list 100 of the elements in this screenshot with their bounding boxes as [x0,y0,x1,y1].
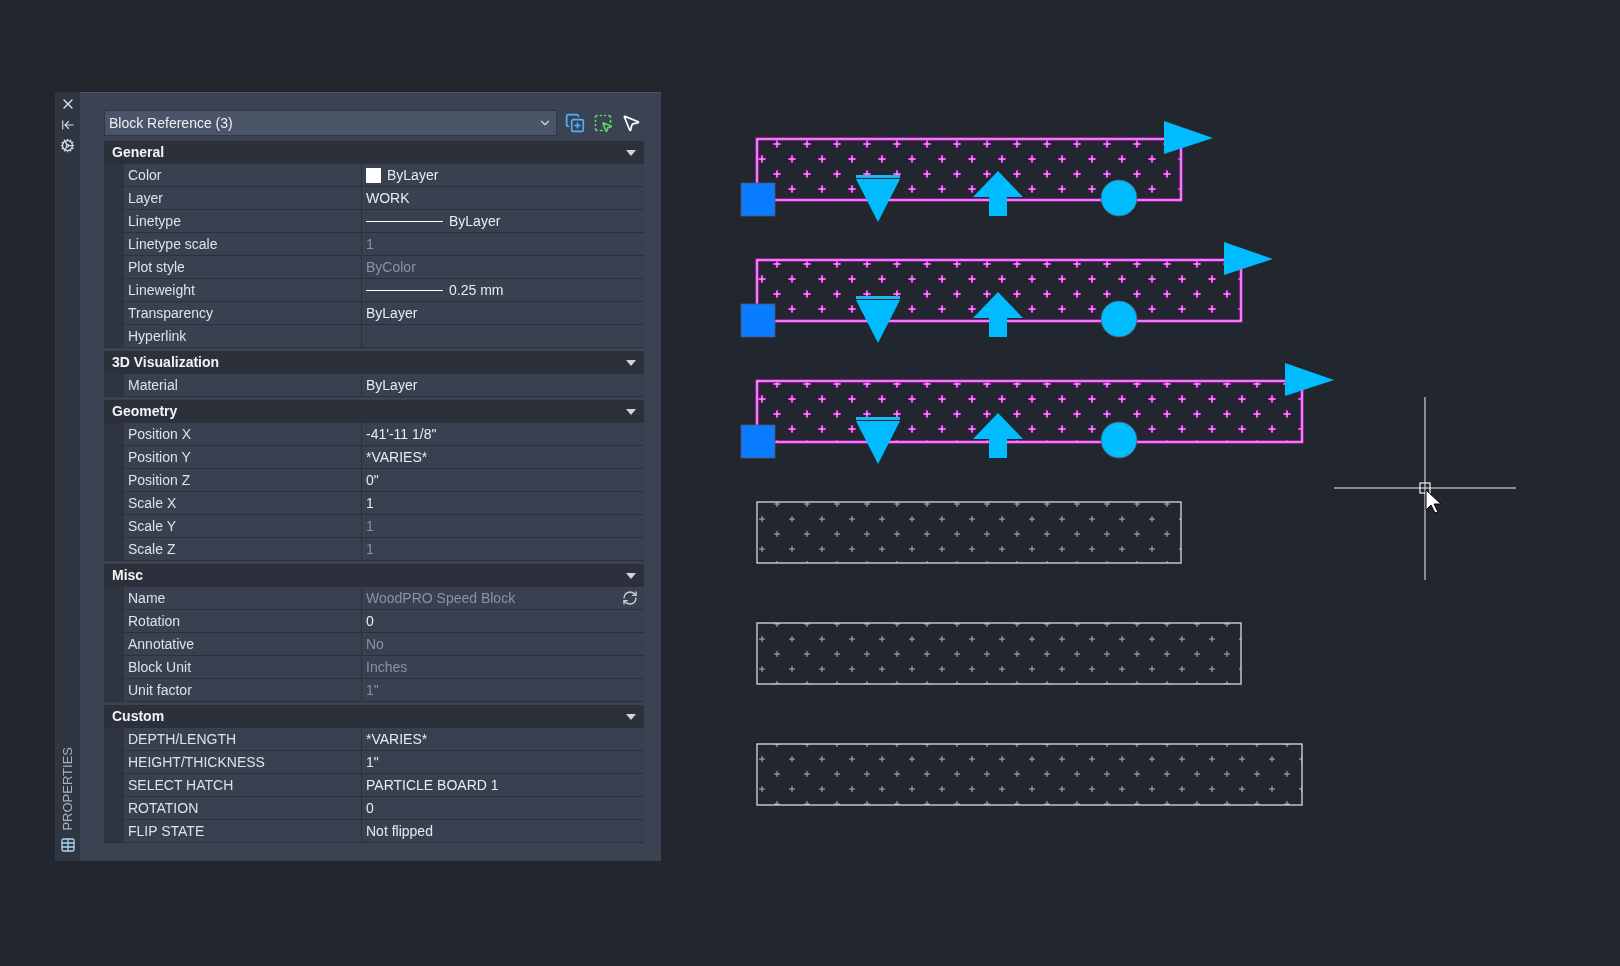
property-value[interactable]: 0" [362,469,644,491]
property-row[interactable]: Linetype ByLayer [104,210,644,233]
add-selection-icon[interactable] [565,113,585,133]
property-label: Transparency [124,302,362,324]
section-header[interactable]: 3D Visualization [104,351,644,374]
property-label: Material [124,374,362,396]
property-label: Color [124,164,362,186]
property-label: Hyperlink [124,325,362,347]
property-label: Plot style [124,256,362,278]
square-grip[interactable] [740,182,776,217]
arrow-grip[interactable] [973,292,1023,337]
property-label: Position X [124,423,362,445]
property-value[interactable]: ByLayer [362,210,644,232]
triangle-grip[interactable] [856,296,900,343]
property-value[interactable]: 1" [362,751,644,773]
property-value[interactable]: 0 [362,610,644,632]
property-value[interactable]: PARTICLE BOARD 1 [362,774,644,796]
section-header[interactable]: Misc [104,564,644,587]
circle-grip[interactable] [1100,179,1138,217]
arrow-grip[interactable] [973,171,1023,216]
property-value[interactable]: -41'-11 1/8" [362,423,644,445]
property-value[interactable]: 1 [362,492,644,514]
property-value[interactable]: *VARIES* [362,446,644,468]
property-row[interactable]: Scale Z 1 [104,538,644,561]
property-label: Scale X [124,492,362,514]
property-row[interactable]: Position X -41'-11 1/8" [104,423,644,446]
collapse-arrow-icon [626,408,636,415]
selection-dropdown[interactable]: Block Reference (3) [104,110,557,136]
arrow-grip[interactable] [973,413,1023,458]
property-label: Unit factor [124,679,362,701]
property-value[interactable]: *VARIES* [362,728,644,750]
property-label: FLIP STATE [124,820,362,842]
square-grip[interactable] [740,424,776,459]
property-label: HEIGHT/THICKNESS [124,751,362,773]
property-label: Linetype [124,210,362,232]
collapse-arrow-icon [626,713,636,720]
property-row[interactable]: DEPTH/LENGTH *VARIES* [104,728,644,751]
property-row[interactable]: SELECT HATCH PARTICLE BOARD 1 [104,774,644,797]
color-swatch [366,167,381,183]
settings-icon[interactable] [60,138,75,153]
property-label: Scale Y [124,515,362,537]
properties-icon[interactable] [59,837,76,853]
property-row[interactable]: Hyperlink [104,325,644,348]
section-header[interactable]: General [104,141,644,164]
pointer-icon [1425,489,1442,514]
collapse-arrow-icon [626,149,636,156]
property-row[interactable]: Position Z 0" [104,469,644,492]
flip-grip[interactable] [1164,121,1213,154]
section-header[interactable]: Geometry [104,400,644,423]
select-objects-icon[interactable] [593,113,613,133]
section-header[interactable]: Custom [104,705,644,728]
property-row[interactable]: Layer WORK [104,187,644,210]
property-row[interactable]: Scale Y 1 [104,515,644,538]
property-row[interactable]: Transparency ByLayer [104,302,644,325]
block-editor-icon[interactable] [622,590,638,606]
property-value[interactable]: ByLayer [362,302,644,324]
property-row[interactable]: Rotation 0 [104,610,644,633]
property-label: Lineweight [124,279,362,301]
property-value[interactable]: ByLayer [362,164,644,186]
property-label: Scale Z [124,538,362,560]
property-row[interactable]: Annotative No [104,633,644,656]
property-row[interactable]: Plot style ByColor [104,256,644,279]
property-row[interactable]: FLIP STATE Not flipped [104,820,644,843]
property-label: Name [124,587,362,609]
property-label: Position Z [124,469,362,491]
property-value[interactable]: ByLayer [362,374,644,396]
quick-select-icon[interactable] [621,113,641,133]
property-label: Rotation [124,610,362,632]
property-value[interactable]: 0.25 mm [362,279,644,301]
property-label: Block Unit [124,656,362,678]
property-row[interactable]: Material ByLayer [104,374,644,397]
property-row[interactable]: Color ByLayer [104,164,644,187]
circle-grip[interactable] [1100,421,1138,459]
property-row[interactable]: Position Y *VARIES* [104,446,644,469]
property-label: DEPTH/LENGTH [124,728,362,750]
property-row[interactable]: Lineweight 0.25 mm [104,279,644,302]
property-row[interactable]: Block Unit Inches [104,656,644,679]
property-value[interactable]: Not flipped [362,820,644,842]
property-value[interactable]: 0 [362,797,644,819]
property-row[interactable]: HEIGHT/THICKNESS 1" [104,751,644,774]
property-label: Layer [124,187,362,209]
circle-grip[interactable] [1100,300,1138,338]
collapse-arrow-icon [626,572,636,579]
flip-grip[interactable] [1285,363,1334,396]
property-row[interactable]: Linetype scale 1 [104,233,644,256]
property-label: ROTATION [124,797,362,819]
property-row[interactable]: Name WoodPRO Speed Block [104,587,644,610]
property-label: Position Y [124,446,362,468]
auto-hide-icon[interactable] [60,118,75,132]
property-row[interactable]: Unit factor 1" [104,679,644,702]
triangle-grip[interactable] [856,175,900,222]
property-label: Annotative [124,633,362,655]
property-value[interactable]: WORK [362,187,644,209]
property-row[interactable]: ROTATION 0 [104,797,644,820]
property-label: Linetype scale [124,233,362,255]
flip-grip[interactable] [1224,242,1273,275]
property-row[interactable]: Scale X 1 [104,492,644,515]
property-label: SELECT HATCH [124,774,362,796]
square-grip[interactable] [740,303,776,338]
triangle-grip[interactable] [856,417,900,464]
